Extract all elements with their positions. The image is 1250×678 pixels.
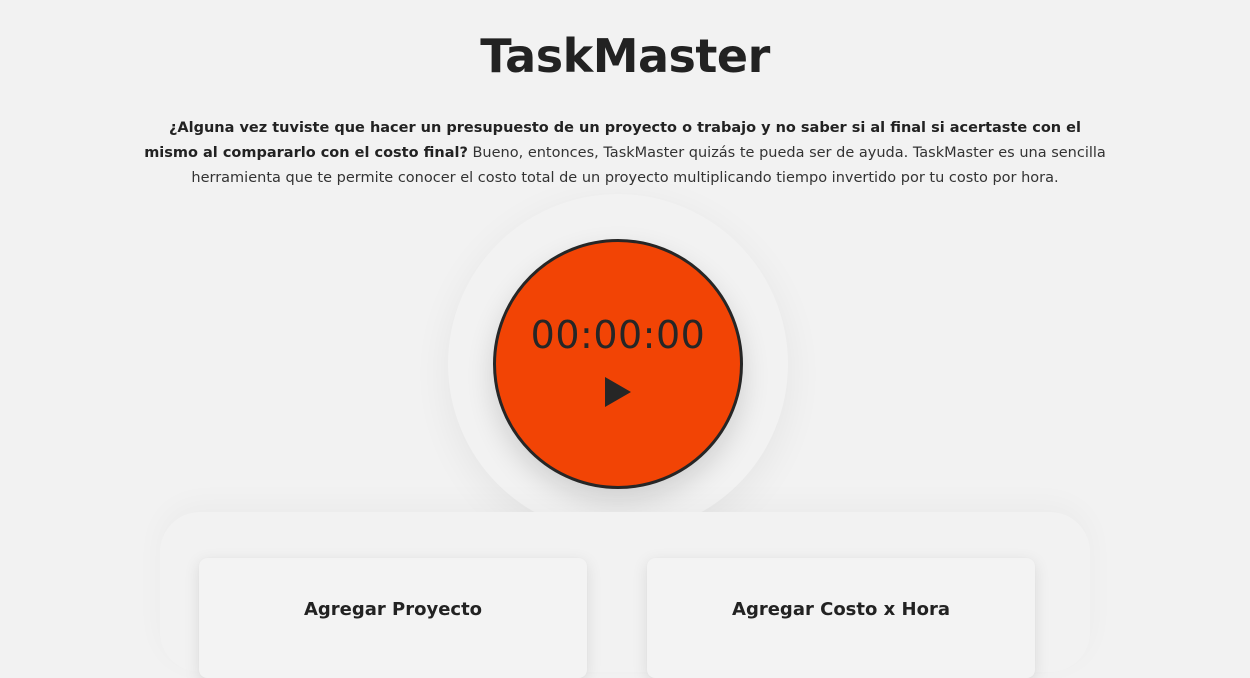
add-project-title: Agregar Proyecto (303, 599, 483, 620)
add-hourly-cost-card: Agregar Costo x Hora (647, 558, 1035, 678)
timer-circle: 00:00:00 (493, 239, 743, 489)
timer-display: 00:00:00 (530, 313, 706, 357)
intro-text: ¿Alguna vez tuviste que hacer un presupu… (140, 116, 1110, 191)
play-icon (605, 377, 631, 407)
add-hourly-cost-title: Agregar Costo x Hora (732, 599, 950, 620)
play-button[interactable] (600, 374, 634, 410)
add-project-card: Agregar Proyecto (199, 558, 587, 678)
page-title: TaskMaster (480, 29, 770, 83)
